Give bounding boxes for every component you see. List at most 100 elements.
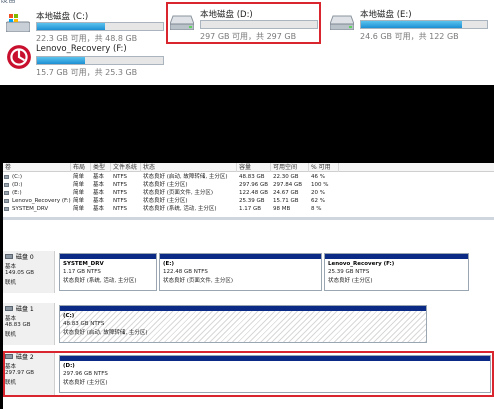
volume-filesystem: NTFS bbox=[113, 206, 128, 212]
hard-drive-icon bbox=[330, 15, 354, 30]
volume-percent: 100 % bbox=[311, 182, 329, 188]
volume-type: 基本 bbox=[93, 182, 105, 188]
volume-layout: 简单 bbox=[73, 206, 85, 212]
volume-percent: 8 % bbox=[311, 206, 322, 212]
partition-bar bbox=[325, 254, 468, 259]
volume-name: Lenovo_Recovery (F:) bbox=[12, 198, 71, 204]
drive-c-usage-bar bbox=[36, 22, 164, 31]
disk-0-label[interactable]: 磁盘 0 基本 149.05 GB 联机 bbox=[3, 251, 55, 293]
drive-f-tile[interactable]: Lenovo_Recovery (F:) 15.7 GB 可用，共 25.3 G… bbox=[6, 44, 166, 78]
drive-d-name: 本地磁盘 (D:) bbox=[200, 10, 253, 20]
volume-row[interactable]: Lenovo_Recovery (F:) 简单 基本 NTFS 状态良好 (主分… bbox=[3, 197, 494, 205]
volume-capacity: 48.83 GB bbox=[239, 174, 265, 180]
partition-status: 状态良好 (启动, 故障转储, 主分区) bbox=[63, 330, 148, 336]
volume-free: 297.84 GB bbox=[273, 182, 303, 188]
column-header-filesystem[interactable]: 文件系统 bbox=[111, 163, 141, 172]
partition-status: 状态良好 (页面文件, 主分区) bbox=[163, 278, 234, 284]
volume-icon bbox=[4, 207, 9, 211]
volume-name: (E:) bbox=[12, 190, 22, 196]
volume-icon bbox=[4, 175, 9, 179]
partition-c[interactable]: (C:) 48.83 GB NTFS 状态良好 (启动, 故障转储, 主分区) bbox=[59, 305, 427, 343]
disk-1-status: 联机 bbox=[5, 332, 17, 338]
disk-1-label[interactable]: 磁盘 1 基本 48.83 GB 联机 bbox=[3, 303, 55, 345]
volume-type: 基本 bbox=[93, 190, 105, 196]
disk-0-row: 磁盘 0 基本 149.05 GB 联机 SYSTEM_DRV 1.17 GB … bbox=[3, 251, 494, 293]
volume-type: 基本 bbox=[93, 174, 105, 180]
volume-free: 24.67 GB bbox=[273, 190, 299, 196]
volume-filesystem: NTFS bbox=[113, 190, 128, 196]
partition-e[interactable]: (E:) 122.48 GB NTFS 状态良好 (页面文件, 主分区) bbox=[159, 253, 322, 291]
volume-row[interactable]: (C:) 简单 基本 NTFS 状态良好 (启动, 故障转储, 主分区) 48.… bbox=[3, 173, 494, 181]
disk-management-panel: 卷 布局 类型 文件系统 状态 容量 可用空间 % 可用 (C:) 简单 基本 … bbox=[3, 163, 494, 409]
top-strip-label: 设备 bbox=[0, 0, 16, 5]
partition-bar bbox=[60, 254, 156, 259]
volume-capacity: 1.17 GB bbox=[239, 206, 262, 212]
volume-row[interactable]: (E:) 简单 基本 NTFS 状态良好 (页面文件, 主分区) 122.48 … bbox=[3, 189, 494, 197]
volume-percent: 62 % bbox=[311, 198, 325, 204]
partition-bar bbox=[160, 254, 321, 259]
drive-e-tile[interactable]: 本地磁盘 (E:) 24.6 GB 可用，共 122 GB bbox=[330, 8, 490, 42]
partition-status: 状态良好 (主分区) bbox=[328, 278, 373, 284]
volume-capacity: 25.39 GB bbox=[239, 198, 265, 204]
volume-free: 98 MB bbox=[273, 206, 291, 212]
volume-layout: 简单 bbox=[73, 190, 85, 196]
disk-0-name: 磁盘 0 bbox=[16, 254, 34, 261]
volume-type: 基本 bbox=[93, 198, 105, 204]
volume-row[interactable]: (D:) 简单 基本 NTFS 状态良好 (主分区) 297.96 GB 297… bbox=[3, 181, 494, 189]
drive-d-size: 297 GB 可用，共 297 GB bbox=[200, 32, 297, 41]
partition-size: 48.83 GB NTFS bbox=[63, 321, 105, 327]
column-header-type[interactable]: 类型 bbox=[91, 163, 111, 172]
disk-0-status: 联机 bbox=[5, 280, 17, 286]
volume-percent: 20 % bbox=[311, 190, 325, 196]
column-header-capacity[interactable]: 容量 bbox=[237, 163, 271, 172]
drive-f-name: Lenovo_Recovery (F:) bbox=[36, 44, 127, 54]
volume-filesystem: NTFS bbox=[113, 198, 128, 204]
disk-2-row: 磁盘 2 基本 297.97 GB 联机 (D:) 297.96 GB NTFS… bbox=[3, 351, 494, 397]
volume-free: 22.30 GB bbox=[273, 174, 299, 180]
volume-name: (C:) bbox=[12, 174, 22, 180]
drive-d-tile[interactable]: 本地磁盘 (D:) 297 GB 可用，共 297 GB bbox=[170, 8, 320, 42]
volume-row[interactable]: SYSTEM_DRV 简单 基本 NTFS 状态良好 (系统, 活动, 主分区)… bbox=[3, 205, 494, 213]
volume-filesystem: NTFS bbox=[113, 182, 128, 188]
disk-0-type: 基本 bbox=[5, 264, 17, 270]
drive-f-usage-bar bbox=[36, 56, 164, 65]
partition-size: 1.17 GB NTFS bbox=[63, 269, 101, 275]
drive-c-name: 本地磁盘 (C:) bbox=[36, 12, 89, 22]
partition-f[interactable]: Lenovo_Recovery (F:) 25.39 GB NTFS 状态良好 … bbox=[324, 253, 469, 291]
volume-status: 状态良好 (系统, 活动, 主分区) bbox=[143, 206, 217, 212]
column-header-status[interactable]: 状态 bbox=[141, 163, 237, 172]
volume-capacity: 122.48 GB bbox=[239, 190, 269, 196]
drive-e-usage-bar bbox=[360, 20, 488, 29]
drive-d-usage-bar bbox=[200, 20, 318, 29]
volume-status: 状态良好 (页面文件, 主分区) bbox=[143, 190, 214, 196]
volume-filesystem: NTFS bbox=[113, 174, 128, 180]
column-header-percent-free[interactable]: % 可用 bbox=[309, 163, 339, 172]
drive-c-tile[interactable]: 本地磁盘 (C:) 22.3 GB 可用，共 48.8 GB bbox=[6, 10, 166, 44]
volume-capacity: 297.96 GB bbox=[239, 182, 269, 188]
column-header-free-space[interactable]: 可用空间 bbox=[271, 163, 309, 172]
partition-bar bbox=[60, 306, 426, 311]
volume-icon bbox=[4, 183, 9, 187]
volume-layout: 简单 bbox=[73, 198, 85, 204]
partition-name: Lenovo_Recovery (F:) bbox=[328, 261, 395, 267]
disk-1-name: 磁盘 1 bbox=[16, 306, 34, 313]
pane-splitter[interactable] bbox=[3, 217, 494, 220]
column-header-volume[interactable]: 卷 bbox=[3, 163, 71, 172]
volume-type: 基本 bbox=[93, 206, 105, 212]
explorer-drives-panel: 设备 本地磁盘 (C:) 22.3 GB 可用，共 48.8 GB 本地磁盘 (… bbox=[0, 0, 494, 85]
partition-name: (E:) bbox=[163, 261, 174, 267]
partition-name: SYSTEM_DRV bbox=[63, 261, 104, 267]
volume-icon bbox=[4, 191, 9, 195]
disk-0-size: 149.05 GB bbox=[5, 270, 35, 276]
disk-2-highlight-box bbox=[3, 351, 494, 397]
volume-name: SYSTEM_DRV bbox=[12, 206, 49, 212]
volume-free: 15.71 GB bbox=[273, 198, 299, 204]
column-header-layout[interactable]: 布局 bbox=[71, 163, 91, 172]
volume-status: 状态良好 (主分区) bbox=[143, 182, 188, 188]
partition-system-drv[interactable]: SYSTEM_DRV 1.17 GB NTFS 状态良好 (系统, 活动, 主分… bbox=[59, 253, 157, 291]
volume-percent: 46 % bbox=[311, 174, 325, 180]
disk-1-type: 基本 bbox=[5, 316, 17, 322]
drive-c-size: 22.3 GB 可用，共 48.8 GB bbox=[36, 34, 138, 43]
partition-size: 25.39 GB NTFS bbox=[328, 269, 370, 275]
volume-list-header: 卷 布局 类型 文件系统 状态 容量 可用空间 % 可用 bbox=[3, 163, 494, 172]
